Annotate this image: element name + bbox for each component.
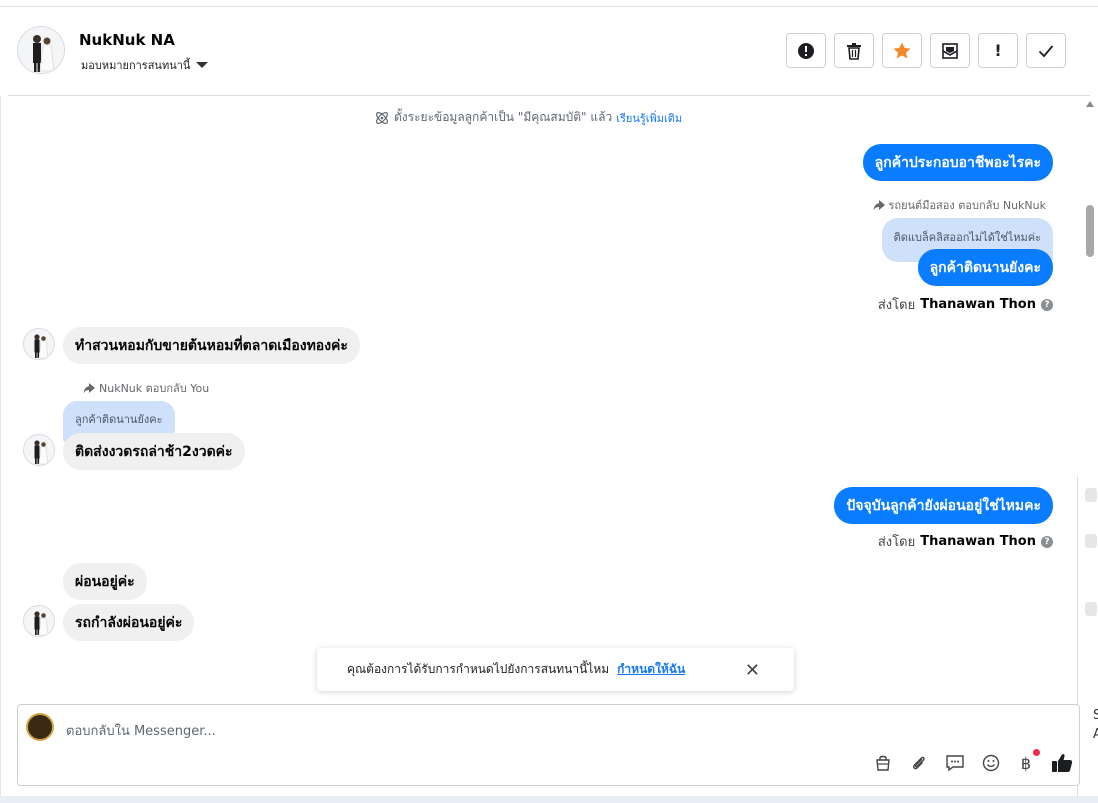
- assign-to-me-link[interactable]: กำหนดให้ฉัน: [617, 660, 685, 679]
- mark-done-button[interactable]: [1026, 33, 1066, 68]
- sent-by-name: Thanawan Thon: [920, 534, 1036, 549]
- emoji-icon[interactable]: [980, 752, 1002, 774]
- message-composer[interactable]: ตอบกลับใน Messenger... ฿: [17, 704, 1080, 786]
- assign-prompt-toast: คุณต้องการได้รับการกำหนดไปยังการสนทนานี้…: [317, 648, 794, 691]
- message-incoming[interactable]: ติดส่งงวดรถล่าช้า2งวดค่ะ: [63, 433, 245, 470]
- saved-replies-icon[interactable]: [944, 752, 966, 774]
- conversation-header: NukNuk NA มอบหมายการสนทนานี้ !: [8, 7, 1090, 96]
- close-icon[interactable]: ✕: [745, 660, 760, 681]
- sent-by: ส่งโดย Thanawan Thon ?: [878, 531, 1053, 552]
- assign-conversation-dropdown[interactable]: มอบหมายการสนทนานี้: [81, 56, 209, 74]
- message-incoming[interactable]: ทำสวนหอมกับขายต้นหอมที่ตลาดเมืองทองค่ะ: [63, 327, 360, 364]
- reply-meta: NukNuk ตอบกลับ You: [83, 379, 209, 397]
- exclamation-icon: !: [994, 41, 1002, 60]
- report-spam-button[interactable]: [786, 33, 826, 68]
- check-icon: [1038, 44, 1054, 57]
- left-divider: [0, 96, 1, 796]
- scroll-up-arrow-icon[interactable]: [1086, 101, 1094, 107]
- envelope-icon: [942, 42, 958, 59]
- reply-meta-text: รถยนต์มือสอง ตอบกลับ NukNuk: [888, 199, 1046, 212]
- messenger-inbox-frame: NukNuk NA มอบหมายการสนทนานี้ ! ตั้งระยะข…: [0, 0, 1098, 803]
- learn-more-link[interactable]: เรียนรู้เพิ่มเติม: [616, 109, 682, 127]
- message-outgoing[interactable]: ปัจจุบันลูกค้ายังผ่อนอยู่ใช่ไหมคะ: [834, 487, 1053, 524]
- trash-icon: [847, 42, 861, 60]
- thumbnail-image[interactable]: [1085, 534, 1097, 548]
- sent-by-label: ส่งโดย: [877, 535, 916, 550]
- thumbnail-image[interactable]: [1085, 488, 1097, 502]
- thumbs-up-icon[interactable]: [1051, 752, 1073, 774]
- sent-by-label: ส่งโดย: [877, 298, 916, 313]
- exclamation-circle-icon: [798, 42, 814, 59]
- sent-by: ส่งโดย Thanawan Thon ?: [878, 294, 1053, 315]
- scrollbar-thumb[interactable]: [1086, 205, 1094, 257]
- atom-icon: [376, 111, 388, 124]
- paperclip-icon[interactable]: [908, 752, 930, 774]
- thumbnail-image[interactable]: [1085, 602, 1097, 616]
- shopping-bag-icon[interactable]: [872, 752, 894, 774]
- contact-avatar-small[interactable]: [23, 434, 55, 466]
- star-button[interactable]: [882, 33, 922, 68]
- help-icon[interactable]: ?: [1041, 298, 1053, 311]
- page-avatar: [26, 713, 54, 741]
- composer-placeholder[interactable]: ตอบกลับใน Messenger...: [66, 720, 216, 741]
- reply-arrow-icon: [873, 199, 885, 210]
- flag-button[interactable]: !: [978, 33, 1018, 68]
- contact-avatar-small[interactable]: [23, 605, 55, 637]
- sent-by-name: Thanawan Thon: [920, 297, 1036, 312]
- caret-down-icon: [196, 62, 209, 68]
- contact-avatar[interactable]: [17, 26, 65, 74]
- reply-arrow-icon: [83, 382, 95, 393]
- side-panel-letter: A: [1093, 727, 1098, 742]
- help-icon[interactable]: ?: [1041, 535, 1053, 548]
- assign-label: มอบหมายการสนทนานี้: [81, 59, 191, 72]
- system-note-text: ตั้งระยะข้อมูลลูกค้าเป็น "มีคุณสมบัติ" แ…: [394, 110, 613, 124]
- mark-unread-button[interactable]: [930, 33, 970, 68]
- delete-button[interactable]: [834, 33, 874, 68]
- message-thread: ตั้งระยะข้อมูลลูกค้าเป็น "มีคุณสมบัติ" แ…: [8, 97, 1082, 697]
- message-outgoing[interactable]: ลูกค้าประกอบอาชีพอะไรคะ: [862, 144, 1053, 181]
- thread-scrollbar[interactable]: [1082, 97, 1098, 477]
- message-outgoing[interactable]: ลูกค้าติดนานยังคะ: [917, 249, 1053, 286]
- contact-avatar-small[interactable]: [23, 328, 55, 360]
- star-icon: [893, 42, 911, 58]
- system-note: ตั้งระยะข้อมูลลูกค้าเป็น "มีคุณสมบัติ" แ…: [374, 108, 682, 127]
- message-incoming[interactable]: ผ่อนอยู่ค่ะ: [63, 563, 147, 600]
- side-panel-peek: S A: [1077, 476, 1098, 803]
- bottom-strip: [0, 796, 1098, 803]
- contact-name: NukNuk NA: [79, 31, 175, 49]
- message-incoming[interactable]: รถกำลังผ่อนอยู่ค่ะ: [63, 604, 195, 641]
- reply-meta-text: NukNuk ตอบกลับ You: [99, 382, 210, 395]
- reply-meta: รถยนต์มือสอง ตอบกลับ NukNuk: [873, 196, 1046, 214]
- side-panel-letter: S: [1093, 708, 1098, 723]
- notification-dot: [1033, 749, 1040, 756]
- toast-text: คุณต้องการได้รับการกำหนดไปยังการสนทนานี้…: [347, 662, 610, 676]
